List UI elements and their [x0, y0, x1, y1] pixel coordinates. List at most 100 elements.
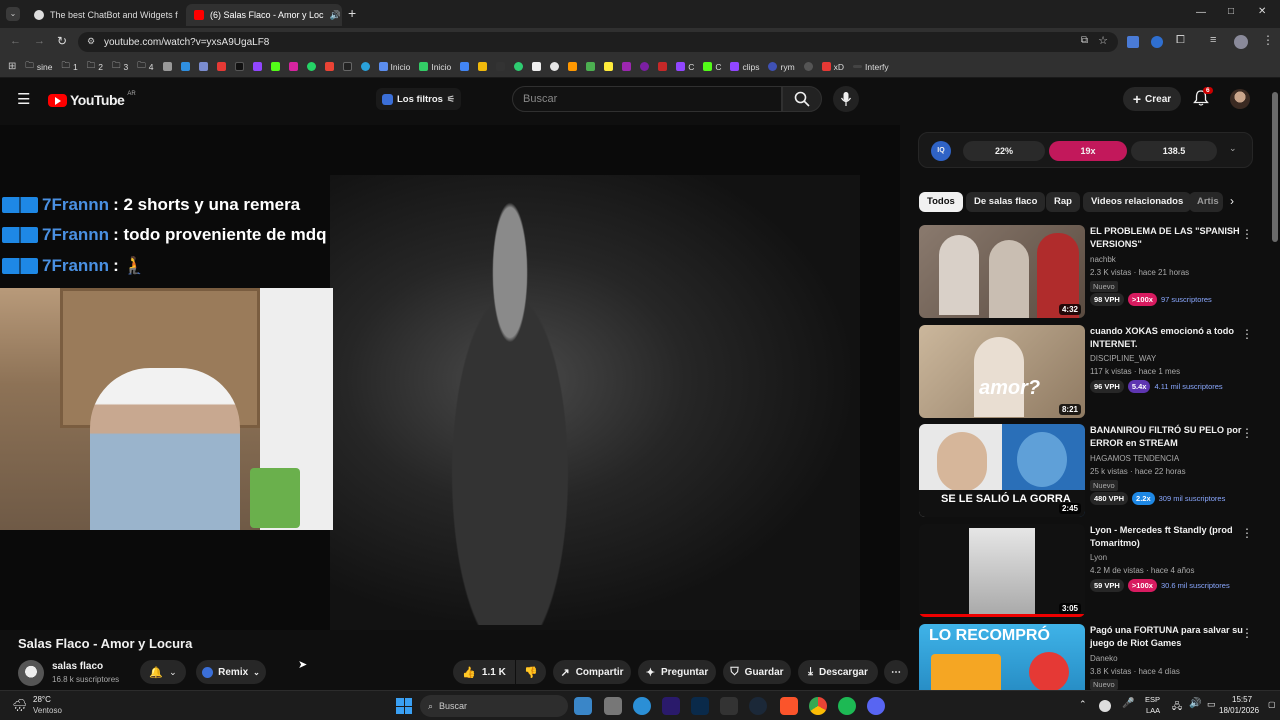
channel-avatar[interactable] — [18, 660, 44, 686]
profile-avatar-icon[interactable] — [1234, 35, 1248, 49]
bookmark-kick-icon[interactable] — [270, 62, 280, 71]
remix-button[interactable]: Remix ⌄ — [196, 660, 266, 684]
chrome-icon[interactable] — [809, 697, 827, 715]
account-avatar[interactable] — [1230, 89, 1250, 109]
rec-channel[interactable]: HAGAMOS TENDENCIA — [1090, 454, 1179, 463]
recommendation-item[interactable]: amor? 8:21 cuando XOKAS emocionó a todo … — [919, 325, 1259, 421]
bookmark-site-icon[interactable] — [532, 62, 542, 71]
bookmark-c-1[interactable]: C — [676, 62, 694, 72]
maximize-button[interactable]: □ — [1228, 6, 1234, 17]
bookmark-youtube-icon[interactable] — [216, 62, 226, 71]
create-button[interactable]: + Crear — [1123, 87, 1181, 111]
more-vertical-icon[interactable]: ⋮ — [1241, 426, 1253, 440]
tray-app-icon[interactable] — [1099, 700, 1111, 712]
like-button[interactable]: 👍 1.1 K — [453, 660, 515, 684]
rec-title[interactable]: Pagó una FORTUNA para salvar su juego de… — [1090, 624, 1250, 650]
spotify-icon[interactable] — [838, 697, 856, 715]
more-vertical-icon[interactable]: ⋮ — [1241, 227, 1253, 241]
bookmark-xd[interactable]: xD — [821, 62, 844, 72]
extension-translate-icon[interactable] — [1127, 36, 1139, 48]
youtube-logo[interactable]: YouTube AR — [48, 91, 136, 108]
bookmark-folder-sine[interactable]: 🗀 sine — [25, 60, 52, 74]
rec-title[interactable]: BANANIROU FILTRÓ SU PELO por ERROR en ST… — [1090, 424, 1250, 450]
keyboard-layout-label[interactable]: LAA — [1146, 706, 1160, 715]
close-window-button[interactable]: ✕ — [1258, 6, 1266, 17]
bookmark-site-icon[interactable] — [180, 62, 190, 71]
taskbar-search[interactable]: ⌕ Buscar — [420, 695, 568, 717]
recommendation-item[interactable]: LO RECOMPRÓ Pagó una FORTUNA para salvar… — [919, 624, 1259, 690]
minimize-button[interactable]: — — [1196, 7, 1206, 18]
bookmark-folder-3[interactable]: 🗀 3 — [112, 60, 128, 74]
rec-title[interactable]: cuando XOKAS emocionó a todo INTERNET. — [1090, 325, 1250, 351]
clock-date[interactable]: 18/01/2026 — [1219, 706, 1259, 715]
rec-title[interactable]: Lyon - Mercedes ft Standly (prod Tomarit… — [1090, 524, 1250, 550]
share-button[interactable]: ↗ Compartir — [553, 660, 631, 684]
bookmark-star-icon[interactable]: ☆ — [1098, 34, 1108, 47]
chevron-down-icon[interactable]: ⌄ — [1229, 143, 1237, 154]
recommendation-item[interactable]: 4:32 EL PROBLEMA DE LAS "SPANISH VERSION… — [919, 225, 1259, 321]
bookmark-x-icon[interactable] — [496, 62, 506, 71]
weather-icon[interactable]: 🌧 — [12, 698, 27, 712]
rec-channel[interactable]: nachbk — [1090, 255, 1116, 264]
bookmark-whatsapp-icon[interactable] — [306, 62, 316, 71]
bookmark-inicio-1[interactable]: Inicio — [378, 62, 410, 72]
chip-from-channel[interactable]: De salas flaco — [966, 192, 1046, 212]
voice-search-button[interactable] — [833, 86, 859, 112]
bookmark-site-icon[interactable] — [604, 62, 614, 71]
bookmark-folder-1[interactable]: 🗀 1 — [62, 60, 78, 74]
bookmark-gmail-icon[interactable] — [324, 62, 334, 71]
bookmark-site-icon[interactable] — [550, 62, 560, 71]
task-view-icon[interactable] — [604, 697, 622, 715]
hamburger-menu-icon[interactable]: ☰ — [17, 90, 30, 108]
site-info-icon[interactable]: ⚙ — [87, 36, 95, 47]
tab-search-button[interactable]: ⌄ — [6, 7, 20, 21]
chip-artists[interactable]: Artis — [1189, 192, 1223, 212]
rec-title[interactable]: EL PROBLEMA DE LAS "SPANISH VERSIONS" — [1090, 225, 1250, 251]
bookmark-c-2[interactable]: C — [703, 62, 721, 72]
channel-name[interactable]: salas flaco — [52, 661, 103, 672]
recommendation-item[interactable]: SE LE SALIÓ LA GORRA 2:45 BANANIROU FILT… — [919, 424, 1259, 520]
recommendation-item[interactable]: 3:05 Lyon - Mercedes ft Standly (prod To… — [919, 524, 1259, 620]
bookmark-binance-icon[interactable] — [478, 62, 488, 71]
chip-rap[interactable]: Rap — [1046, 192, 1080, 212]
search-input[interactable]: Buscar — [512, 86, 782, 112]
more-actions-button[interactable]: ⋯ — [884, 660, 908, 684]
subscribed-bell-button[interactable]: 🔔 ⌄ — [140, 660, 186, 684]
dislike-button[interactable]: 👎 — [516, 660, 546, 684]
bookmark-site-icon[interactable] — [162, 62, 172, 71]
ask-button[interactable]: ✦ Preguntar — [638, 660, 716, 684]
edge-icon[interactable] — [633, 697, 651, 715]
tab-youtube[interactable]: (6) Salas Flaco - Amor y Loc 🔊 ✕ — [186, 4, 342, 26]
apps-grid-icon[interactable]: ⊞ — [8, 61, 16, 72]
iq-badge[interactable]: IQ — [931, 141, 951, 161]
rec-channel[interactable]: Daneko — [1090, 654, 1118, 663]
rec-channel[interactable]: Lyon — [1090, 553, 1107, 562]
bookmark-rym[interactable]: rym — [768, 62, 795, 72]
search-button[interactable] — [782, 86, 822, 112]
new-tab-button[interactable]: + — [348, 5, 356, 21]
bookmark-site-icon[interactable] — [622, 62, 632, 71]
more-vertical-icon[interactable]: ⋮ — [1241, 626, 1253, 640]
clock-time[interactable]: 15:57 — [1232, 695, 1252, 704]
bookmark-x-icon[interactable] — [342, 62, 352, 71]
tray-chevron-icon[interactable]: ⌃ — [1079, 699, 1087, 710]
back-icon[interactable]: ← — [10, 35, 21, 47]
bookmark-clips[interactable]: clips — [730, 62, 759, 72]
forward-icon[interactable]: → — [34, 35, 45, 47]
browser-menu-icon[interactable]: ⋮ — [1262, 33, 1274, 47]
reading-list-icon[interactable]: ≡ — [1210, 34, 1216, 46]
download-button[interactable]: ⤓ Descargar — [798, 660, 878, 684]
save-button[interactable]: ⛉ Guardar — [723, 660, 791, 684]
premiere-icon[interactable] — [662, 697, 680, 715]
network-icon[interactable]: 🖧 — [1172, 699, 1182, 715]
extensions-puzzle-icon[interactable]: ⧠ — [1176, 34, 1185, 47]
bookmark-site-icon[interactable] — [568, 62, 578, 71]
chip-related[interactable]: Videos relacionados — [1083, 192, 1192, 212]
more-vertical-icon[interactable]: ⋮ — [1241, 526, 1253, 540]
notifications-button[interactable]: 6 — [1193, 87, 1213, 111]
bookmark-site-icon[interactable] — [658, 62, 668, 71]
rec-channel[interactable]: DISCIPLINE_WAY — [1090, 354, 1156, 363]
extension-vpn-icon[interactable] — [1151, 36, 1163, 48]
start-button[interactable] — [396, 698, 412, 714]
bookmark-folder-4[interactable]: 🗀 4 — [137, 60, 153, 74]
